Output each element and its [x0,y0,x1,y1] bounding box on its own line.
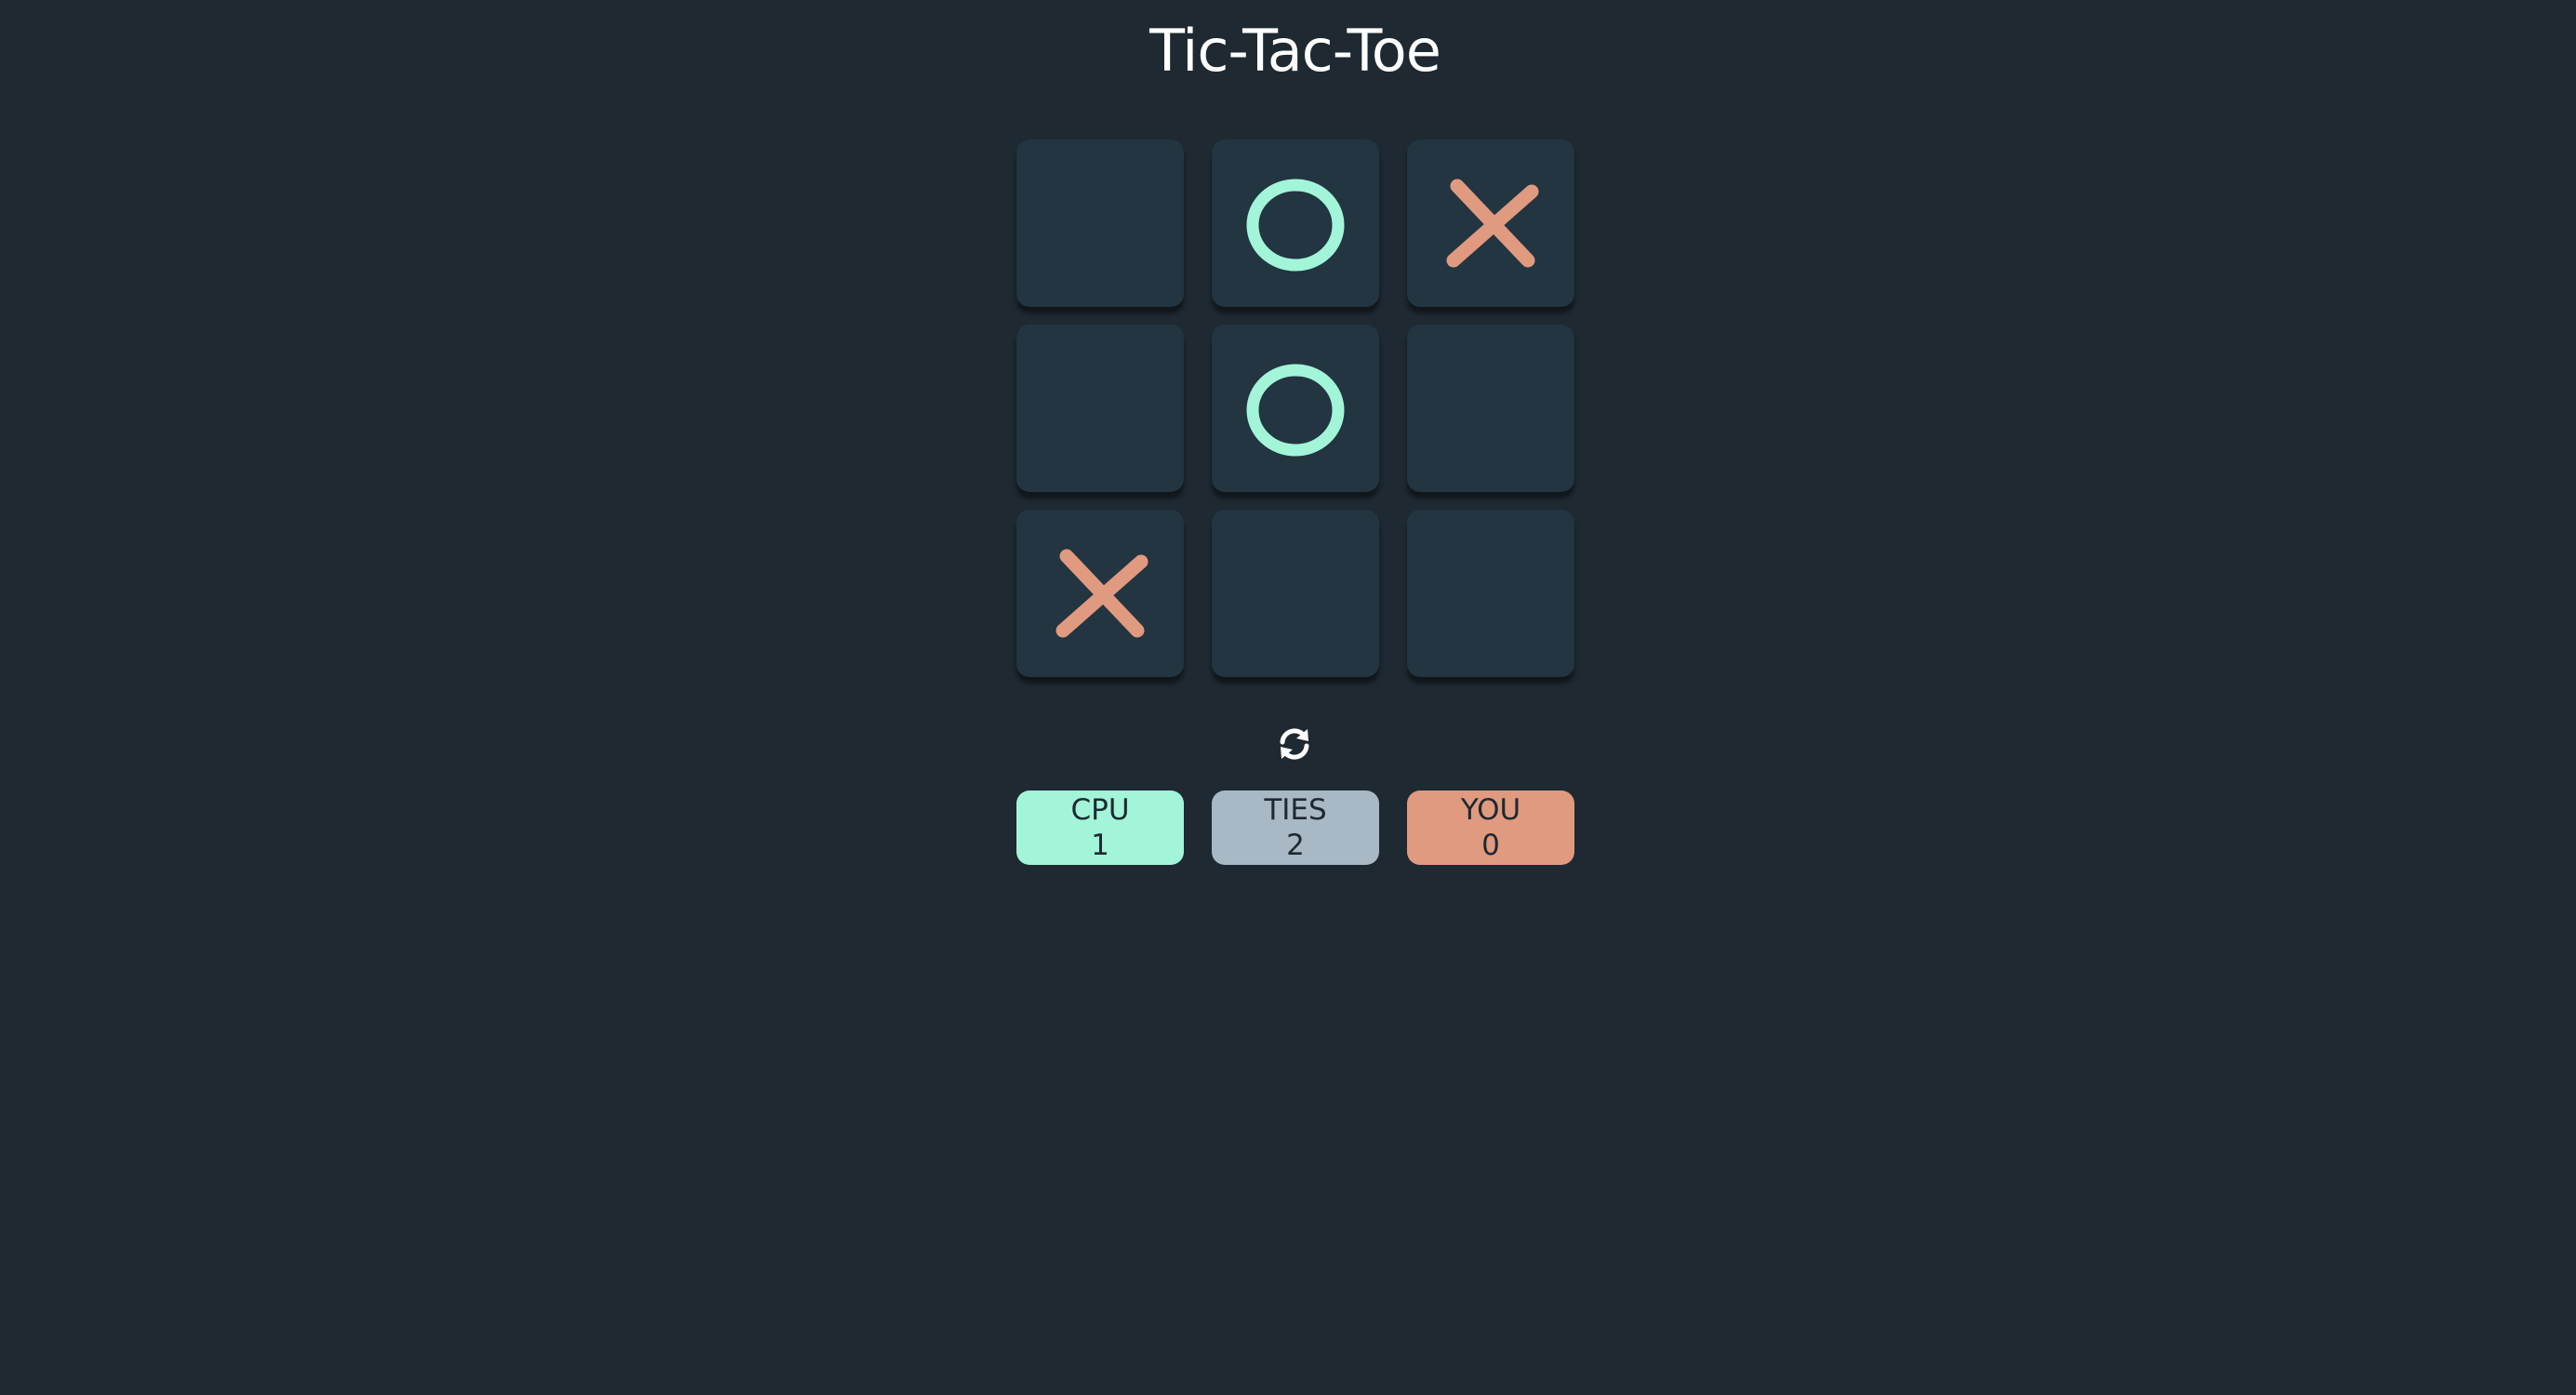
board-cell-6[interactable] [1407,325,1574,492]
score-cpu-value: 1 [1091,829,1109,862]
o-mark-icon [1246,364,1345,457]
score-cpu: CPU 1 [1016,790,1184,865]
board-cell-8[interactable] [1212,510,1379,677]
score-ties-value: 2 [1286,829,1305,862]
x-mark-icon [1446,179,1539,268]
x-mark-icon [1056,549,1149,638]
score-ties: TIES 2 [1212,790,1379,865]
score-cpu-label: CPU [1070,793,1130,827]
score-you-value: 0 [1481,829,1500,862]
score-you-label: YOU [1460,793,1521,827]
page-title: Tic-Tac-Toe [1149,17,1441,85]
board-cell-3[interactable] [1407,140,1574,307]
board-cell-9[interactable] [1407,510,1574,677]
game-board [1016,140,1576,677]
board-cell-7[interactable] [1016,510,1184,677]
score-you: YOU 0 [1407,790,1574,865]
board-cell-2[interactable] [1212,140,1379,307]
board-cell-1[interactable] [1016,140,1184,307]
refresh-icon [1280,728,1309,760]
board-cell-5[interactable] [1212,325,1379,492]
score-ties-label: TIES [1264,793,1327,827]
o-mark-icon [1246,179,1345,272]
scoreboard: CPU 1 TIES 2 YOU 0 [1016,790,1574,865]
reset-button[interactable] [1267,716,1322,772]
board-cell-4[interactable] [1016,325,1184,492]
